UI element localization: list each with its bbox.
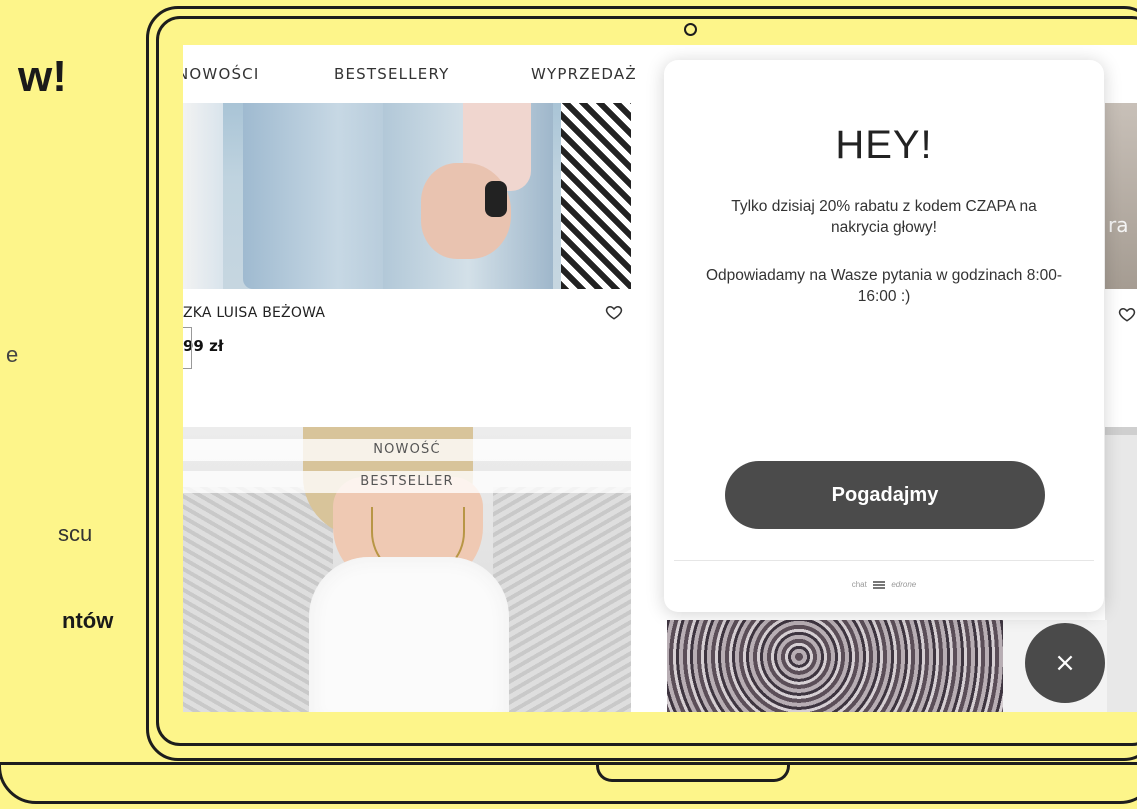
product-image-text: ra <box>1108 213 1129 237</box>
nav-item-wyprzedaz[interactable]: WYPRZEDAŻ <box>531 65 637 83</box>
page-heading-fragment: w! <box>18 52 67 101</box>
laptop-base <box>0 762 1137 804</box>
product-name[interactable]: ZKA LUISA BEŻOWA <box>183 305 325 321</box>
body-text-fragment: e <box>6 342 19 367</box>
popup-title: HEY! <box>835 123 933 167</box>
body-text-fragment-bold: ntów <box>62 608 114 633</box>
body-text-fragment: scu <box>58 521 93 546</box>
product-divider <box>1105 427 1137 435</box>
popup-promo-message: Tylko dzisiaj 20% rabatu z kodem CZAPA n… <box>731 198 1037 236</box>
wishlist-heart-icon[interactable] <box>605 303 623 321</box>
nav-item-nowosci[interactable]: NOWOŚCI <box>183 65 260 83</box>
product-image-partial[interactable] <box>1105 427 1137 712</box>
badge-new: NOWOŚĆ <box>183 439 631 461</box>
product-image-white-top[interactable] <box>183 427 631 712</box>
close-chat-button[interactable]: × <box>1025 623 1105 703</box>
footer-brand-label: edrone <box>891 580 917 589</box>
footer-chat-label: chat <box>851 580 867 589</box>
chat-popup: HEY! Tylko dzisiaj 20% rabatu z kodem CZ… <box>664 60 1104 612</box>
camera-icon <box>684 23 697 36</box>
popup-footer[interactable]: chat edrone <box>664 580 1104 589</box>
product-image-partial[interactable] <box>1105 103 1137 289</box>
size-box[interactable] <box>183 327 192 369</box>
product-image-jeans[interactable] <box>183 103 631 289</box>
wishlist-heart-icon[interactable] <box>1118 305 1136 323</box>
popup-divider <box>674 560 1094 561</box>
popup-hours-message: Odpowiadamy na Wasze pytania w godzinach… <box>705 267 1063 305</box>
laptop-notch <box>596 762 790 782</box>
nav-item-bestsellery[interactable]: BESTSELLERY <box>334 65 449 83</box>
menu-icon <box>873 580 886 589</box>
laptop-screen: NOWOŚCI BESTSELLERY WYPRZEDAŻ ZKA LUISA … <box>183 45 1137 712</box>
badge-bestseller: BESTSELLER <box>183 471 631 493</box>
start-chat-button[interactable]: Pogadajmy <box>725 461 1045 529</box>
